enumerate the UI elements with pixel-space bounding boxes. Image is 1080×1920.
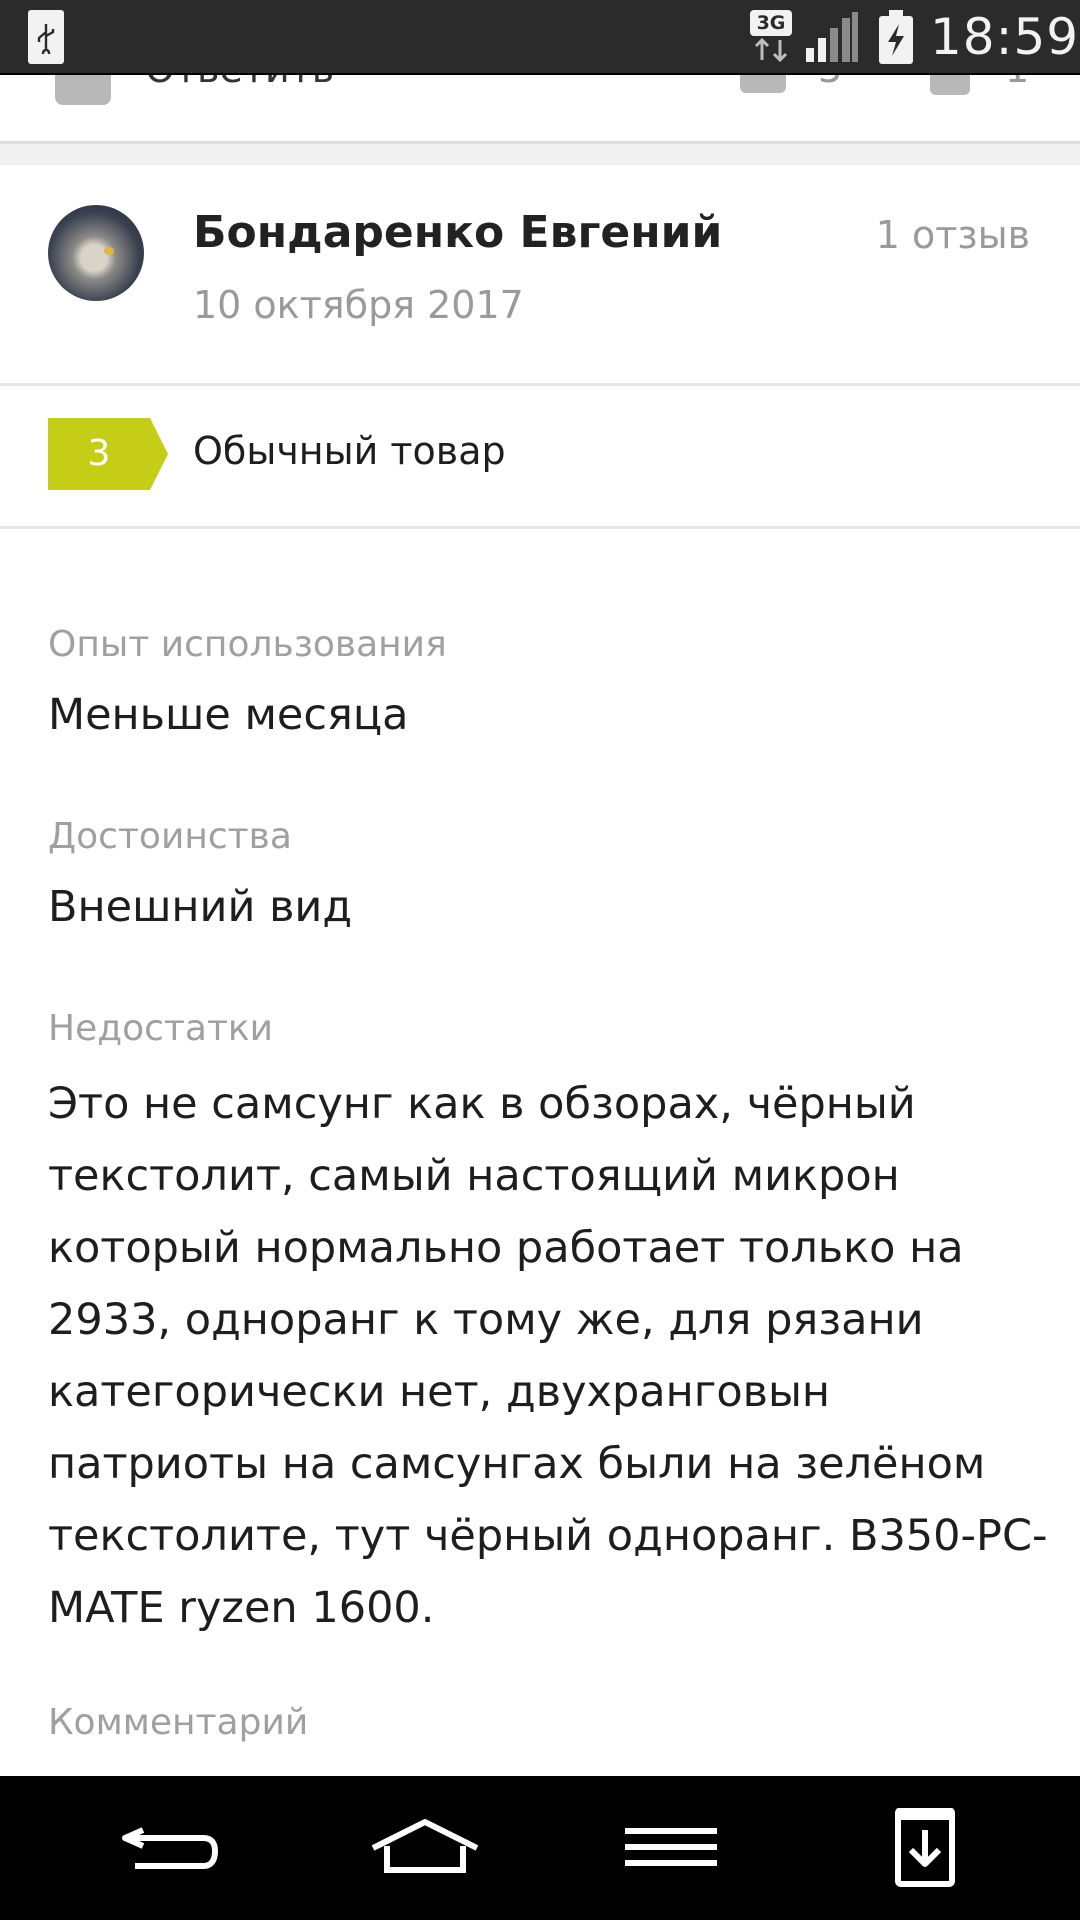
dislike-count: 1 — [1005, 75, 1029, 91]
like-count: 3 — [818, 75, 842, 91]
download-icon — [895, 1808, 955, 1887]
home-button[interactable] — [340, 1776, 490, 1920]
previous-review-actions: Ответить 3 1 — [0, 75, 1080, 141]
clock: 18:59 — [930, 8, 1080, 66]
rating-badge: 3 — [48, 418, 168, 490]
usage-experience-label: Опыт использования — [48, 624, 447, 665]
status-bar: 3G 18:59 — [0, 0, 1080, 75]
rating-row: 3 Обычный товар — [0, 386, 1080, 528]
usage-experience-value: Меньше месяца — [48, 690, 409, 740]
home-icon — [371, 1819, 479, 1873]
back-button[interactable] — [90, 1776, 240, 1920]
thumbs-down-icon[interactable] — [930, 75, 970, 95]
review-author-header: Бондаренко Евгений 10 октября 2017 1 отз… — [0, 165, 1080, 385]
reply-button[interactable]: Ответить — [145, 75, 334, 91]
network-3g-icon: 3G — [750, 10, 794, 64]
menu-icon — [625, 1828, 717, 1866]
usb-icon — [28, 10, 64, 64]
divider — [0, 526, 1080, 529]
thumbs-up-icon[interactable] — [740, 75, 786, 93]
comment-icon[interactable] — [55, 75, 111, 105]
back-icon — [122, 1827, 219, 1869]
cons-value: Это не самсунг как в обзорах, чёрный тек… — [48, 1079, 1048, 1633]
author-name[interactable]: Бондаренко Евгений — [193, 207, 722, 258]
navigation-bar — [0, 1776, 1080, 1920]
pros-label: Достоинства — [48, 816, 292, 857]
comment-label: Комментарий — [48, 1702, 309, 1743]
signal-strength-icon — [804, 12, 860, 64]
section-separator — [0, 141, 1080, 165]
cons-label: Недостатки — [48, 1008, 274, 1049]
menu-button[interactable] — [590, 1776, 740, 1920]
avatar[interactable] — [48, 205, 144, 301]
review-date: 10 октября 2017 — [193, 283, 524, 327]
battery-charging-icon — [878, 10, 914, 66]
download-button[interactable] — [860, 1776, 1010, 1920]
network-type-label: 3G — [750, 10, 792, 36]
pros-value: Внешний вид — [48, 882, 353, 932]
author-review-count: 1 отзыв — [875, 213, 1030, 257]
rating-value: 3 — [87, 433, 111, 474]
rating-label: Обычный товар — [193, 429, 506, 473]
